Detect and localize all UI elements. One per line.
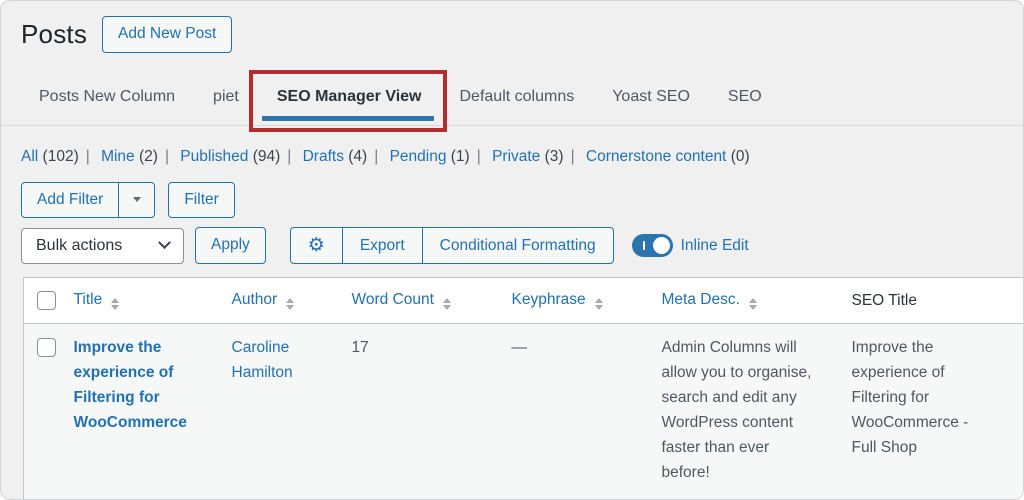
column-header-word-count[interactable]: Word Count [352,291,434,308]
separator: | [570,147,575,165]
tab-posts-new-column[interactable]: Posts New Column [39,79,175,125]
post-title-link[interactable]: Improve the experience of Filtering for … [74,335,198,435]
row-checkbox[interactable] [37,338,56,358]
add-new-post-button[interactable]: Add New Post [102,16,233,53]
posts-table: Title Author Word Count Keyphrase Meta D… [23,277,1023,499]
gear-icon: ⚙ [307,235,325,257]
filter-published: Published (94) [180,148,280,165]
tab-label: SEO Manager View [276,87,422,105]
filter-mine-link[interactable]: Mine [101,148,135,165]
page-header: Posts Add New Post [1,1,1023,53]
filter-private: Private (3) [492,148,564,165]
seo-title-value: Improve the experience of Filtering for … [851,339,969,457]
separator: | [85,147,90,165]
filter-pending-link[interactable]: Pending [390,148,447,165]
bulk-actions-value: Bulk actions [36,236,123,254]
filter-cornerstone-link[interactable]: Cornerstone content [586,148,726,165]
filter-all-count: (102) [42,147,79,165]
actions-row: Bulk actions Apply ⚙ Export Conditional … [21,227,1023,265]
caret-down-icon [132,197,141,203]
inline-edit-toggle[interactable] [631,234,673,258]
toggle-on-mark [642,241,646,251]
word-count-value: 17 [351,339,369,357]
inline-edit-label: Inline Edit [680,236,749,254]
sort-arrows-icon [442,297,451,311]
filter-button[interactable]: Filter [168,181,235,219]
filter-pending: Pending (1) [390,148,470,165]
filter-all-link[interactable]: All [21,148,38,165]
sort-arrows-icon [748,297,757,311]
separator: | [374,147,379,165]
chevron-down-icon [158,236,171,250]
filter-drafts-link[interactable]: Drafts [303,148,344,165]
column-header-title[interactable]: Title [74,291,103,308]
status-filter-links: All (102) | Mine (2) | Published (94) | Dra… [21,148,1023,166]
tab-piet[interactable]: piet [213,79,239,125]
filter-cornerstone-count: (0) [730,147,750,165]
filter-published-link[interactable]: Published [180,148,248,165]
inline-edit-control: Inline Edit [631,234,749,258]
column-header-seo-title: SEO Title [851,291,917,309]
toggle-knob [652,237,670,255]
filter-private-count: (3) [544,147,564,165]
separator: | [164,147,169,165]
column-header-author[interactable]: Author [232,291,278,308]
tab-yoast-seo[interactable]: Yoast SEO [612,79,690,125]
filter-mine: Mine (2) [101,148,158,165]
sort-arrows-icon [111,297,120,311]
column-header-meta-desc[interactable]: Meta Desc. [662,291,740,308]
page-title: Posts [21,18,88,49]
filter-drafts-count: (4) [348,147,368,165]
filter-drafts: Drafts (4) [303,148,368,165]
settings-button[interactable]: ⚙ [291,228,342,263]
separator: | [287,147,292,165]
table-row: Improve the experience of Filtering for … [23,323,1023,499]
tab-default-columns[interactable]: Default columns [460,79,575,125]
conditional-formatting-button[interactable]: Conditional Formatting [421,228,613,264]
filter-mine-count: (2) [139,147,158,165]
sort-arrows-icon [286,297,295,311]
post-author-link[interactable]: Caroline Hamilton [232,335,304,385]
add-filter-dropdown-button[interactable] [118,182,154,217]
sort-arrows-icon [594,297,603,311]
column-header-keyphrase[interactable]: Keyphrase [512,291,586,308]
add-filter-split-button: Add Filter [21,181,156,218]
filter-published-count: (94) [252,147,281,165]
tab-seo-manager-view[interactable]: SEO Manager View [248,69,447,132]
tab-seo[interactable]: SEO [728,79,762,125]
wordpress-posts-screen: Posts Add New Post Posts New Column piet… [0,0,1024,500]
active-tab-underline [261,115,434,121]
view-tabs: Posts New Column piet SEO Manager View D… [1,69,1023,132]
meta-desc-value: Admin Columns will allow you to organise… [661,339,812,482]
filter-pending-count: (1) [450,147,470,165]
filter-all: All (102) [21,148,79,165]
keyphrase-value: — [511,339,528,357]
add-filter-button[interactable]: Add Filter [22,183,118,217]
filter-private-link[interactable]: Private [492,148,540,165]
apply-button[interactable]: Apply [195,227,266,264]
table-header-row: Title Author Word Count Keyphrase Meta D… [23,277,1023,324]
export-button[interactable]: Export [341,228,422,264]
filter-cornerstone: Cornerstone content (0) [586,148,750,165]
table-tools-button-group: ⚙ Export Conditional Formatting [289,227,614,265]
select-all-checkbox[interactable] [37,291,56,311]
bulk-actions-select[interactable]: Bulk actions [21,227,184,264]
separator: | [476,147,481,165]
filter-row: Add Filter Filter [21,181,1023,219]
